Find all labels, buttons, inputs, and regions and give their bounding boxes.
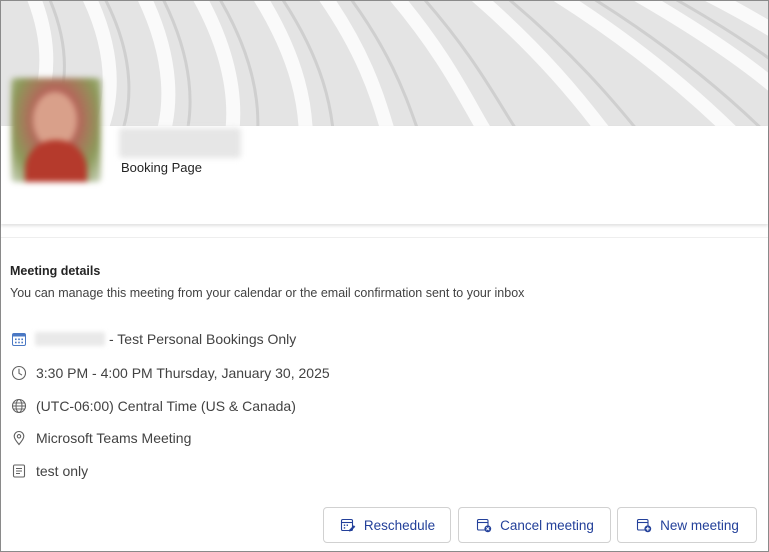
service-name-redacted <box>35 332 105 346</box>
detail-row-timezone: (UTC-06:00) Central Time (US & Canada) <box>10 396 296 416</box>
reschedule-label: Reschedule <box>363 517 436 533</box>
location-pin-icon <box>10 429 28 447</box>
meeting-details-subtitle: You can manage this meeting from your ca… <box>10 286 525 300</box>
detail-row-location: Microsoft Teams Meeting <box>10 428 191 448</box>
profile-card <box>1 126 768 224</box>
meeting-location: Microsoft Teams Meeting <box>36 430 192 446</box>
meeting-time: 3:30 PM - 4:00 PM Thursday, January 30, … <box>36 365 330 381</box>
meeting-timezone: (UTC-06:00) Central Time (US & Canada) <box>36 398 296 414</box>
globe-icon <box>10 397 28 415</box>
calendar-add-icon <box>635 516 653 534</box>
cancel-meeting-button[interactable]: Cancel meeting <box>458 507 611 543</box>
calendar-edit-icon <box>339 516 357 534</box>
calendar-cancel-icon <box>475 516 493 534</box>
service-label: - Test Personal Bookings Only <box>109 331 297 347</box>
new-meeting-label: New meeting <box>660 517 739 533</box>
reschedule-button[interactable]: Reschedule <box>323 507 451 543</box>
business-name-redacted <box>119 128 241 158</box>
meeting-notes: test only <box>36 463 89 479</box>
detail-row-notes: test only <box>10 461 88 481</box>
avatar <box>11 78 101 182</box>
detail-row-service: - Test Personal Bookings Only <box>10 329 296 349</box>
clock-icon <box>10 364 28 382</box>
new-meeting-button[interactable]: New meeting <box>617 507 757 543</box>
meeting-details-title: Meeting details <box>10 264 101 278</box>
notes-icon <box>10 462 28 480</box>
detail-row-time: 3:30 PM - 4:00 PM Thursday, January 30, … <box>10 363 330 383</box>
section-divider <box>1 237 768 238</box>
hero-banner <box>1 1 768 126</box>
cancel-meeting-label: Cancel meeting <box>500 517 594 533</box>
calendar-icon <box>10 330 28 348</box>
booking-page-label: Booking Page <box>121 160 202 175</box>
